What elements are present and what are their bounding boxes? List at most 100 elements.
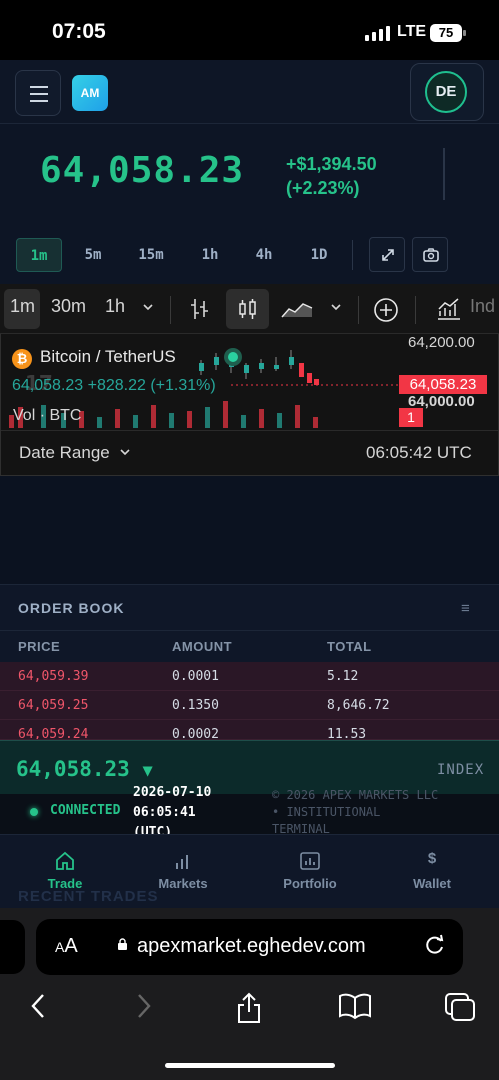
price-change: +$1,394.50 (+2.23%) [286,152,377,200]
ask-price: 64,059.39 [18,669,89,684]
connection-status: CONNECTED [50,803,121,818]
status-clock: 07:05 [52,20,106,43]
chevron-down-icon [120,449,131,456]
divider [352,240,353,270]
timeframe-1h[interactable]: 1h [188,238,232,272]
divider [415,296,416,324]
copyright-line: • INSTITUTIONAL [272,805,381,819]
column-header-total: TOTAL [327,639,372,654]
tabs-icon[interactable] [444,992,476,1029]
ask-total: 5.12 [327,669,359,684]
symbol-title[interactable]: Bitcoin / TetherUS [40,347,176,367]
volume-label: Vol · BTC [13,407,82,424]
connection-dot-icon [30,808,38,816]
battery-tip [463,30,466,36]
chevron-down-icon[interactable] [141,298,155,319]
home-icon [20,850,110,872]
chart-interval-1h[interactable]: 1h [105,296,125,317]
table-row[interactable]: 64,059.39 0.0001 5.12 [0,662,499,691]
nav-markets[interactable]: Markets [138,850,228,891]
chevron-down-icon[interactable] [329,298,343,319]
divider [170,296,171,324]
divider [358,296,359,324]
ask-price: 64,059.24 [18,727,89,740]
nav-portfolio[interactable]: Portfolio [265,850,355,891]
reader-options-icon: A [55,939,65,955]
timeframe-1D[interactable]: 1D [296,238,342,272]
last-price: 64,058.23 [40,150,245,191]
server-clock: 06:05:41 [133,805,196,820]
order-book-title: ORDER BOOK [18,600,125,616]
cellular-signal-icon [365,26,391,41]
timeframe-5m[interactable]: 5m [72,238,114,272]
share-icon[interactable] [236,992,262,1031]
spacer [0,476,499,584]
timeframe-15m[interactable]: 15m [126,238,176,272]
live-indicator-icon [224,348,242,366]
bitcoin-icon: ₿ [12,349,32,369]
date-range-label: Date Range [19,443,110,462]
url-text[interactable]: apexmarket.eghedev.com [137,935,366,958]
table-row[interactable]: 64,059.25 0.1350 8,646.72 [0,691,499,720]
price-change-pct: (+2.23%) [286,178,360,198]
ask-price: 64,059.25 [18,698,89,713]
axis-badge: 1 [399,408,423,427]
nav-wallet[interactable]: $ Wallet [387,850,477,891]
reload-icon[interactable] [424,933,446,963]
order-book-menu-icon[interactable]: ≡ [461,600,470,617]
battery-icon: 75 [430,24,462,42]
copyright: © 2026 APEX MARKETS LLC • INSTITUTIONAL … [272,787,438,838]
ask-total: 8,646.72 [327,698,390,713]
chart-clock: 06:05:42 UTC [366,443,472,462]
avatar[interactable]: DE [425,71,467,113]
home-indicator [165,1063,335,1068]
bar-chart-icon [138,850,228,872]
bookmarks-icon[interactable] [338,992,372,1027]
camera-icon [423,248,439,262]
indicators-label[interactable]: Ind [470,296,495,317]
fullscreen-button[interactable] [369,237,405,272]
timeframe-1m[interactable]: 1m [16,238,62,272]
add-indicator-icon[interactable] [373,297,399,328]
divider [0,630,499,631]
nav-label: Portfolio [283,876,337,891]
indicators-icon[interactable] [436,297,462,326]
nav-label: Markets [158,876,208,891]
table-row[interactable]: 64,059.24 0.0002 11.53 [0,720,499,740]
index-label: INDEX [437,762,485,778]
lock-icon [118,938,127,950]
index-price: 64,058.23 ▼ [16,757,153,781]
forward-icon[interactable] [134,992,154,1027]
axis-last-price: 64,058.23 [399,375,487,394]
server-date: 2026-07-10 [133,785,212,800]
expand-icon [382,249,394,261]
portfolio-chart-icon [265,850,355,872]
ask-amount: 0.0001 [172,669,219,684]
reader-options-icon-large: A [64,935,78,957]
axis-label-high: 64,200.00 [408,334,475,351]
nav-label: Trade [47,876,83,891]
price-change-abs: +$1,394.50 [286,154,377,174]
nav-trade[interactable]: Trade [20,850,110,891]
index-price-value: 64,058.23 [16,757,130,781]
snapshot-button[interactable] [412,237,448,272]
ask-amount: 0.0002 [172,727,219,740]
candlestick-icon[interactable] [236,297,260,326]
ohlc-readout: 64,058.23 +828.22 (+1.31%) [12,377,216,394]
date-range-button[interactable]: Date Range [19,443,132,463]
candles [199,350,319,385]
bar-chart-style-icon[interactable] [189,297,211,326]
previous-tab-pill[interactable] [0,920,25,974]
app-logo: AM [72,75,108,111]
area-chart-icon[interactable] [281,299,313,324]
ask-amount: 0.1350 [172,698,219,713]
menu-button[interactable] [15,70,61,116]
timeframe-4h[interactable]: 4h [242,238,286,272]
divider [443,148,445,200]
column-header-price: PRICE [18,639,61,654]
chart-interval-30m[interactable]: 30m [51,296,86,317]
reader-options-button[interactable]: AAAA [55,935,78,958]
chart-interval-1m[interactable]: 1m [10,296,35,317]
back-icon[interactable] [28,992,48,1027]
price-down-icon: ▼ [142,761,153,781]
